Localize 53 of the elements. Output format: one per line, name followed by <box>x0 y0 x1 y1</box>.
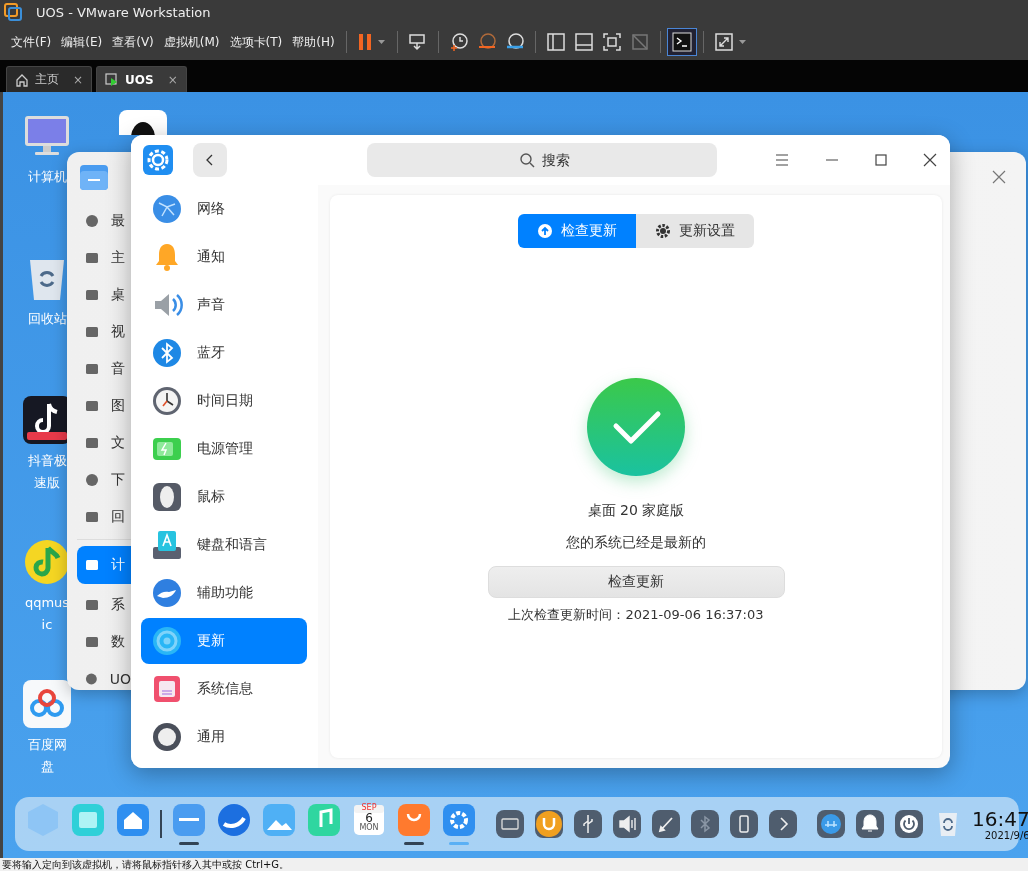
nav-item[interactable]: 蓝牙 <box>141 329 307 377</box>
sidebar-item[interactable]: 数 <box>77 625 131 658</box>
desktop-icon-label: qqmusic <box>24 594 70 634</box>
nav-item[interactable]: 声音 <box>141 281 307 329</box>
tab-close-icon[interactable]: × <box>73 72 84 87</box>
edition-text: 桌面 20 家庭版 <box>587 502 685 520</box>
sidebar-item[interactable]: 最 <box>77 204 131 237</box>
last-check-text: 上次检查更新时间：2021-09-06 16:37:03 <box>508 606 764 624</box>
menu-item[interactable]: 帮助(H) <box>287 31 340 53</box>
sidebar-item[interactable]: 桌 <box>77 278 131 311</box>
desktop-icon-label: 回收站 <box>26 310 68 328</box>
menu-item[interactable]: 虚拟机(M) <box>158 31 225 53</box>
sidebar-item[interactable]: 文 <box>77 426 131 459</box>
window-title: UOS - VMware Workstation <box>36 4 211 20</box>
desktop-icon-label: 计算机 <box>26 168 68 186</box>
sidebar-item[interactable]: UO <box>77 662 131 695</box>
menu-item[interactable]: 查看(V) <box>107 31 159 53</box>
calendar-weekday: MON <box>359 824 379 832</box>
sidebar-item[interactable]: 计 <box>77 546 131 584</box>
update-status-text: 您的系统已经是最新的 <box>566 534 706 552</box>
nav-item[interactable]: 键盘和语言 <box>141 521 307 569</box>
sidebar-item[interactable]: 系 <box>77 588 131 621</box>
search-field[interactable]: 搜索 <box>367 143 717 177</box>
menu-item[interactable]: 文件(F) <box>6 31 57 53</box>
nav-item[interactable]: 辅助功能 <box>141 569 307 617</box>
calendar-day: 6 <box>365 812 373 824</box>
sidebar-item[interactable]: 音 <box>77 352 131 385</box>
tab[interactable]: UOS × <box>96 66 187 92</box>
nav-item[interactable]: 更新 <box>141 618 307 664</box>
menu-item[interactable]: 编辑(E) <box>56 31 108 53</box>
sidebar-item[interactable]: 图 <box>77 389 131 422</box>
clock-time: 16:47 <box>972 807 1028 830</box>
nav-item[interactable]: 时间日期 <box>141 377 307 425</box>
desktop-icon-label: 百度网盘 <box>26 736 68 776</box>
nav-item[interactable]: 网络 <box>141 185 307 233</box>
nav-item[interactable]: 电源管理 <box>141 425 307 473</box>
menu-item[interactable]: 选项卡(T) <box>224 31 288 53</box>
calendar-month: SEP <box>361 804 377 812</box>
nav-item[interactable]: 通知 <box>141 233 307 281</box>
check-update-button[interactable]: 检查更新 <box>487 566 785 598</box>
desktop-icon-label: 抖音极速版 <box>26 452 68 492</box>
status-text: 要将输入定向到该虚拟机，请将鼠标指针移入其中或按 Ctrl+G。 <box>2 858 290 871</box>
sidebar-item[interactable]: 下 <box>77 463 131 496</box>
nav-item[interactable]: 系统信息 <box>141 665 307 713</box>
tab[interactable]: 主页 × <box>6 66 93 92</box>
nav-item[interactable]: 通用 <box>141 713 307 761</box>
sidebar-item[interactable]: 回 <box>77 500 131 533</box>
tab[interactable]: 更新设置 <box>636 214 754 248</box>
nav-item[interactable]: 鼠标 <box>141 473 307 521</box>
tab[interactable]: 检查更新 <box>518 214 636 248</box>
sidebar-item[interactable]: 视 <box>77 315 131 348</box>
sidebar-item[interactable]: 主 <box>77 241 131 274</box>
tab-close-icon[interactable]: × <box>167 72 178 87</box>
